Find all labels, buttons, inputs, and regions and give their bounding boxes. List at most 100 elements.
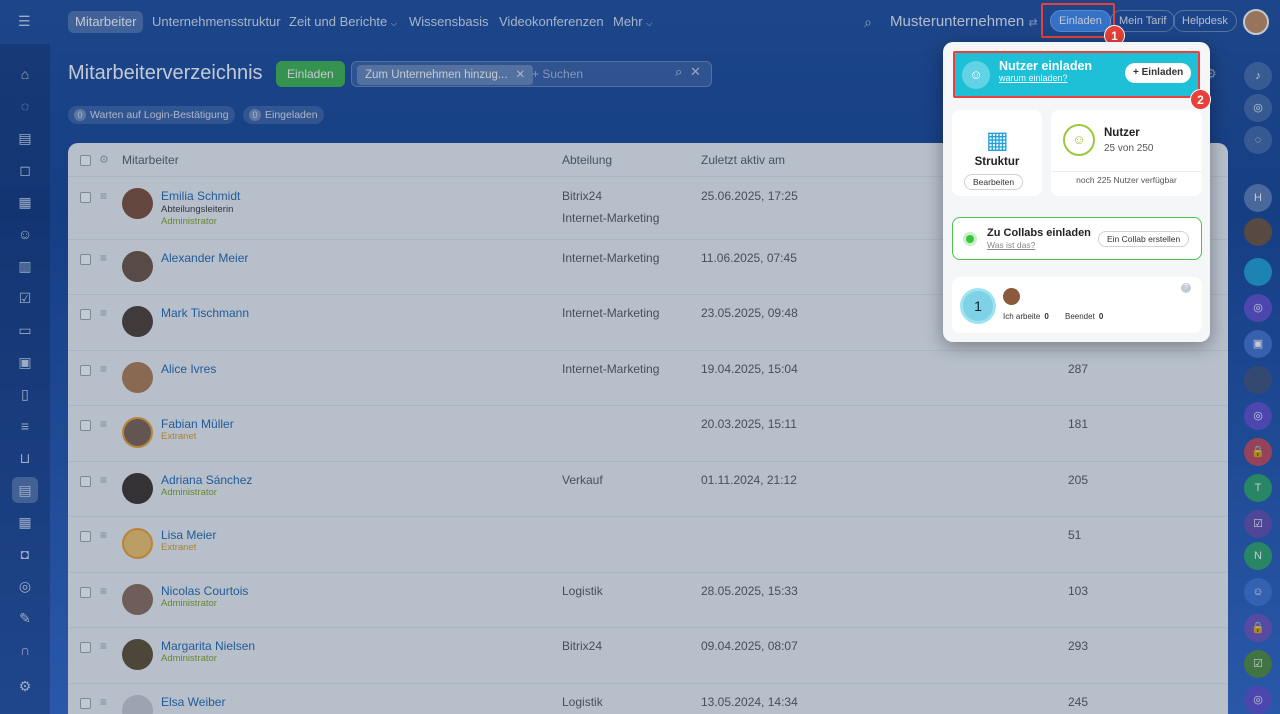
clear-icon[interactable]: ✕ <box>690 64 701 80</box>
drag-handle-icon[interactable]: ≡ <box>100 251 107 265</box>
create-collab-button[interactable]: Ein Collab erstellen <box>1098 231 1190 247</box>
row-checkbox[interactable] <box>80 192 91 203</box>
drag-handle-icon[interactable]: ≡ <box>100 528 107 542</box>
calendar-icon[interactable]: ▦ <box>16 193 34 211</box>
chat-bubble-icon[interactable]: ◌ <box>1244 126 1272 154</box>
close-icon[interactable]: ✕ <box>516 69 526 81</box>
analytics-icon[interactable]: ▯ <box>16 385 34 403</box>
contact-avatar[interactable] <box>1244 218 1272 246</box>
target-icon[interactable]: ◎ <box>16 577 34 595</box>
checkbox-icon[interactable]: ☑ <box>16 289 34 307</box>
drag-handle-icon[interactable]: ≡ <box>100 695 107 709</box>
drag-handle-icon[interactable]: ≡ <box>100 473 107 487</box>
drive-icon[interactable]: ▭ <box>16 321 34 339</box>
row-checkbox[interactable] <box>80 254 91 265</box>
nav-zeit-und-berichte[interactable]: Zeit und Berichte ⌵ <box>282 11 404 33</box>
drag-handle-icon[interactable]: ≡ <box>100 417 107 431</box>
edit-structure-button[interactable]: Bearbeiten <box>964 174 1024 190</box>
copilot-icon[interactable]: ◎ <box>1244 94 1272 122</box>
company-name[interactable]: Musterunternehmen ⇄ <box>890 13 1038 30</box>
bell-icon[interactable]: ♪ <box>1244 62 1272 90</box>
user-avatar[interactable] <box>1243 9 1269 35</box>
table-row[interactable]: ≡ Lisa Meier Extranet 51 <box>68 517 1228 573</box>
contact-avatar[interactable]: ☺ <box>1244 578 1272 606</box>
documents-icon[interactable]: ▥ <box>16 257 34 275</box>
robot-icon[interactable]: ◘ <box>16 545 34 563</box>
contact-avatar[interactable]: N <box>1244 542 1272 570</box>
employees-icon[interactable]: ▤ <box>12 477 38 503</box>
contact-avatar[interactable]: ☑ <box>1244 510 1272 538</box>
gear-icon[interactable]: ⚙ <box>99 153 109 166</box>
filter-chip[interactable]: Zum Unternehmen hinzug... ✕ <box>357 65 534 85</box>
row-checkbox[interactable] <box>80 309 91 320</box>
cart-icon[interactable]: ⊔ <box>16 449 34 467</box>
row-checkbox[interactable] <box>80 420 91 431</box>
table-row[interactable]: ≡ Elsa Weiber Logistik 13.05.2024, 14:34… <box>68 684 1228 714</box>
employee-name[interactable]: Emilia Schmidt <box>161 189 240 203</box>
header-department[interactable]: Abteilung <box>562 153 612 167</box>
contact-avatar[interactable]: ▣ <box>1244 330 1272 358</box>
menu-icon[interactable]: ☰ <box>18 14 32 28</box>
feed-icon[interactable]: ◌ <box>16 97 34 115</box>
row-checkbox[interactable] <box>80 365 91 376</box>
structure-card[interactable]: ▦ Struktur Bearbeiten <box>952 110 1042 196</box>
stat-invited[interactable]: 0 Eingeladen <box>243 106 324 124</box>
nav-unternehmensstruktur[interactable]: Unternehmensstruktur <box>145 11 288 33</box>
nav-mitarbeiter[interactable]: Mitarbeiter <box>68 11 144 33</box>
header-employee[interactable]: Mitarbeiter <box>122 153 179 167</box>
table-row[interactable]: ≡ Fabian Müller Extranet 20.03.2025, 15:… <box>68 406 1228 462</box>
drag-handle-icon[interactable]: ≡ <box>100 639 107 653</box>
helpdesk-button[interactable]: Helpdesk <box>1173 10 1237 32</box>
select-all-checkbox[interactable] <box>80 155 91 166</box>
row-checkbox[interactable] <box>80 642 91 653</box>
contact-avatar[interactable]: ◎ <box>1244 402 1272 430</box>
row-checkbox[interactable] <box>80 531 91 542</box>
nav-wissensbasis[interactable]: Wissensbasis <box>402 11 495 33</box>
drag-handle-icon[interactable]: ≡ <box>100 362 107 376</box>
contact-avatar[interactable]: H <box>1244 184 1272 212</box>
collab-link[interactable]: Was ist das? <box>987 240 1035 250</box>
chat-icon[interactable]: ◻ <box>16 161 34 179</box>
schedule-icon[interactable]: ▦ <box>16 513 34 531</box>
stat-waiting-login[interactable]: 0 Warten auf Login-Bestätigung <box>68 106 235 124</box>
users-card[interactable]: ☺ Nutzer 25 von 250 noch 225 Nutzer verf… <box>1051 110 1202 196</box>
home-icon[interactable]: ⌂ <box>16 65 34 83</box>
employee-name[interactable]: Margarita Nielsen <box>161 639 255 653</box>
headset-icon[interactable]: ∩ <box>16 641 34 659</box>
sign-icon[interactable]: ✎ <box>16 609 34 627</box>
contact-avatar[interactable]: ☑ <box>1244 650 1272 678</box>
search-icon[interactable]: ⌕ <box>675 64 682 80</box>
row-checkbox[interactable] <box>80 587 91 598</box>
employee-name[interactable]: Alice Ivres <box>161 362 216 376</box>
invite-button[interactable]: Einladen <box>276 61 345 87</box>
employee-name[interactable]: Mark Tischmann <box>161 306 249 320</box>
contact-avatar[interactable]: 🔒 <box>1244 438 1272 466</box>
table-row[interactable]: ≡ Margarita Nielsen Administrator Bitrix… <box>68 628 1228 684</box>
employee-name[interactable]: Fabian Müller <box>161 417 234 431</box>
contact-avatar[interactable]: T <box>1244 474 1272 502</box>
search-filter-box[interactable]: Zum Unternehmen hinzug... ✕ + Suchen ⌕ ✕ <box>351 61 712 87</box>
table-row[interactable]: ≡ Alice Ivres Internet-Marketing 19.04.2… <box>68 351 1228 406</box>
contact-avatar[interactable] <box>1244 258 1272 286</box>
table-row[interactable]: ≡ Adriana Sánchez Administrator Verkauf … <box>68 462 1228 517</box>
contact-avatar[interactable] <box>1244 366 1272 394</box>
nav-mehr[interactable]: Mehr ⌵ <box>606 11 659 33</box>
employee-name[interactable]: Alexander Meier <box>161 251 248 265</box>
employee-name[interactable]: Nicolas Courtois <box>161 584 248 598</box>
drag-handle-icon[interactable]: ≡ <box>100 306 107 320</box>
contact-avatar[interactable]: 🔒 <box>1244 614 1272 642</box>
contact-avatar[interactable]: ◎ <box>1244 294 1272 322</box>
employee-name[interactable]: Elsa Weiber <box>161 695 225 709</box>
groups-icon[interactable]: ☺ <box>16 225 34 243</box>
settings-icon[interactable]: ⚙ <box>16 677 34 695</box>
contact-center-icon[interactable]: ▣ <box>16 353 34 371</box>
filter-icon[interactable]: ≡ <box>16 417 34 435</box>
table-row[interactable]: ≡ Nicolas Courtois Administrator Logisti… <box>68 573 1228 628</box>
header-last-active[interactable]: Zuletzt aktiv am <box>701 153 785 167</box>
help-icon[interactable]: ? <box>1181 283 1191 293</box>
row-checkbox[interactable] <box>80 476 91 487</box>
employee-name[interactable]: Adriana Sánchez <box>161 473 252 487</box>
tasks-icon[interactable]: ▤ <box>16 129 34 147</box>
collab-card[interactable]: Zu Collabs einladen Was ist das? Ein Col… <box>952 217 1202 260</box>
contact-avatar[interactable]: ◎ <box>1244 686 1272 714</box>
